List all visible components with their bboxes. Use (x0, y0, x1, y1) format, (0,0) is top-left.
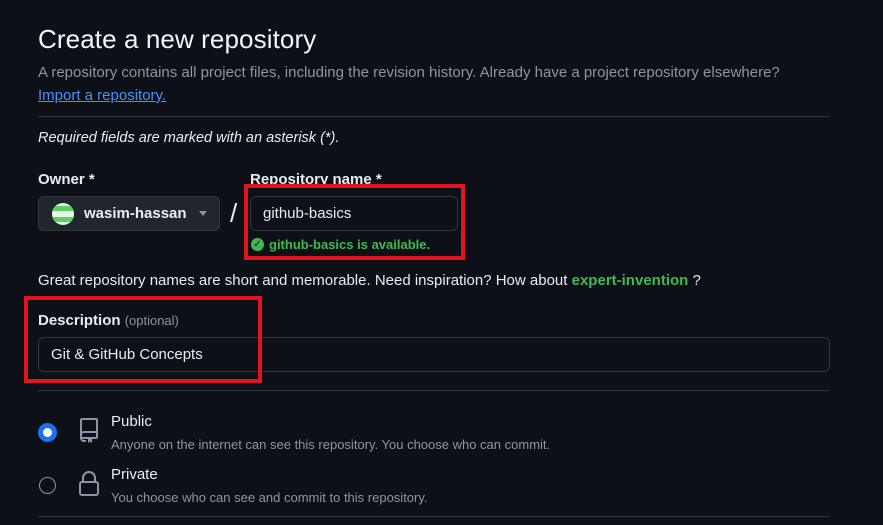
hint-suffix: ? (692, 272, 701, 289)
public-description: Anyone on the internet can see this repo… (111, 437, 551, 452)
private-radio[interactable] (39, 477, 56, 494)
repo-name-label: Repository name * (250, 171, 382, 188)
hint-text: Great repository names are short and mem… (38, 272, 568, 289)
owner-label: Owner * (38, 171, 95, 188)
repo-icon (80, 418, 98, 443)
owner-select[interactable]: wasim-hassan (38, 196, 220, 231)
repo-name-hint: Great repository names are short and mem… (38, 272, 701, 289)
description-input[interactable] (38, 337, 830, 372)
availability-text: github-basics is available. (269, 237, 431, 252)
page-title: Create a new repository (38, 24, 317, 54)
avatar (52, 202, 74, 225)
owner-repo-separator: / (230, 198, 238, 228)
check-circle-icon: ✓ (251, 238, 264, 251)
public-title: Public (111, 413, 152, 430)
page-subtitle: A repository contains all project files,… (38, 64, 780, 81)
availability-message: ✓ github-basics is available. (251, 237, 430, 252)
public-radio[interactable] (38, 423, 57, 442)
chevron-down-icon (198, 211, 207, 216)
description-label-text: Description (38, 312, 121, 329)
divider (38, 116, 830, 117)
optional-tag: (optional) (124, 313, 179, 328)
private-description: You choose who can see and commit to thi… (111, 490, 428, 505)
lock-icon (79, 471, 99, 496)
required-fields-note: Required fields are marked with an aster… (38, 130, 340, 146)
divider (38, 390, 830, 391)
owner-name: wasim-hassan (84, 205, 187, 222)
import-repository-link[interactable]: Import a repository. (38, 87, 166, 104)
description-label: Description (optional) (38, 312, 179, 329)
private-title: Private (111, 466, 158, 483)
divider (38, 516, 830, 517)
name-suggestion-link[interactable]: expert-invention (572, 272, 689, 289)
repo-name-input[interactable] (250, 196, 458, 231)
